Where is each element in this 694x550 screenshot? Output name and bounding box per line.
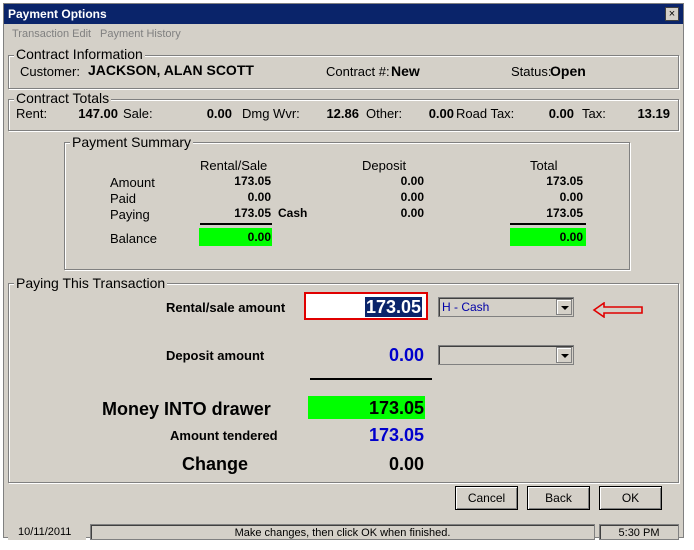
balance-rule-rental [200, 223, 272, 225]
menu-transaction-edit[interactable]: Transaction Edit [12, 28, 91, 40]
damage-waiver-value: 12.86 [326, 106, 359, 121]
amount-total: 173.05 [546, 174, 583, 188]
paid-deposit: 0.00 [400, 190, 424, 204]
status-date: 10/11/2011 [8, 524, 86, 540]
customer-value: JACKSON, ALAN SCOTT [88, 62, 254, 78]
title-bar: Payment Options [4, 4, 683, 24]
row-balance-label: Balance [110, 231, 157, 246]
contract-number-label: Contract #: [326, 64, 390, 79]
menu-payment-history[interactable]: Payment History [100, 28, 181, 40]
status-time: 5:30 PM [599, 524, 679, 540]
deposit-payment-method-select[interactable] [438, 345, 574, 365]
paying-transaction-legend: Paying This Transaction [14, 275, 168, 291]
totals-rule [310, 378, 432, 380]
chevron-down-icon[interactable] [556, 347, 572, 363]
change-value: 0.00 [388, 454, 424, 474]
balance-rental: 0.00 [247, 230, 271, 244]
back-button[interactable]: Back [527, 486, 590, 510]
ok-button[interactable]: OK [599, 486, 662, 510]
window-title: Payment Options [8, 7, 107, 21]
money-into-drawer-value: 173.05 [368, 398, 424, 418]
contract-totals-legend: Contract Totals [14, 90, 112, 106]
col-rental-sale: Rental/Sale [200, 158, 268, 173]
rent-value: 147.00 [78, 106, 118, 121]
amount-tendered-value[interactable]: 173.05 [334, 424, 424, 446]
change-label: Change [182, 454, 249, 474]
payment-summary-legend: Payment Summary [70, 134, 194, 150]
amount-tendered-label: Amount tendered [170, 428, 278, 443]
close-icon[interactable]: × [665, 7, 679, 21]
deposit-amount-label: Deposit amount [166, 348, 265, 363]
rental-sale-amount-input[interactable]: 173.05 [304, 292, 428, 320]
row-amount-label: Amount [110, 175, 155, 190]
balance-rule-total [510, 223, 586, 225]
payment-options-window: Payment Options × Transaction Edit Payme… [3, 3, 684, 540]
customer-label: Customer: [20, 64, 80, 79]
paying-rental: 173.05 [234, 206, 271, 220]
rental-sale-amount-label: Rental/sale amount [166, 300, 286, 315]
rental-payment-method-select[interactable]: H - Cash [438, 297, 574, 317]
status-value: Open [550, 63, 586, 79]
money-into-drawer-label: Money INTO drawer [102, 399, 271, 419]
amount-deposit: 0.00 [400, 174, 424, 188]
rent-label: Rent: [16, 106, 48, 121]
amount-rental: 173.05 [234, 174, 271, 188]
tax-value: 13.19 [637, 106, 670, 121]
cancel-button[interactable]: Cancel [455, 486, 518, 510]
contract-number-value: New [391, 63, 420, 79]
col-total: Total [530, 158, 558, 173]
paid-total: 0.00 [559, 190, 583, 204]
rental-sale-amount-value: 173.05 [364, 297, 422, 317]
balance-total: 0.00 [559, 230, 583, 244]
rental-payment-method-value: H - Cash [442, 300, 490, 314]
sale-value: 0.00 [206, 106, 232, 121]
deposit-amount-value[interactable]: 0.00 [344, 344, 424, 366]
row-paid-label: Paid [110, 191, 137, 206]
arrow-left-icon [592, 302, 643, 318]
status-label: Status: [511, 64, 552, 79]
contract-info-legend: Contract Information [14, 46, 145, 62]
other-value: 0.00 [428, 106, 454, 121]
col-deposit: Deposit [362, 158, 407, 173]
status-message: Make changes, then click OK when finishe… [90, 524, 595, 540]
paid-rental: 0.00 [247, 190, 271, 204]
sale-label: Sale: [123, 106, 153, 121]
paying-deposit: 0.00 [400, 206, 424, 220]
paying-method: Cash [278, 206, 308, 220]
row-paying-label: Paying [110, 207, 150, 222]
paying-total: 173.05 [546, 206, 583, 220]
road-tax-value: 0.00 [548, 106, 574, 121]
chevron-down-icon[interactable] [556, 299, 572, 315]
